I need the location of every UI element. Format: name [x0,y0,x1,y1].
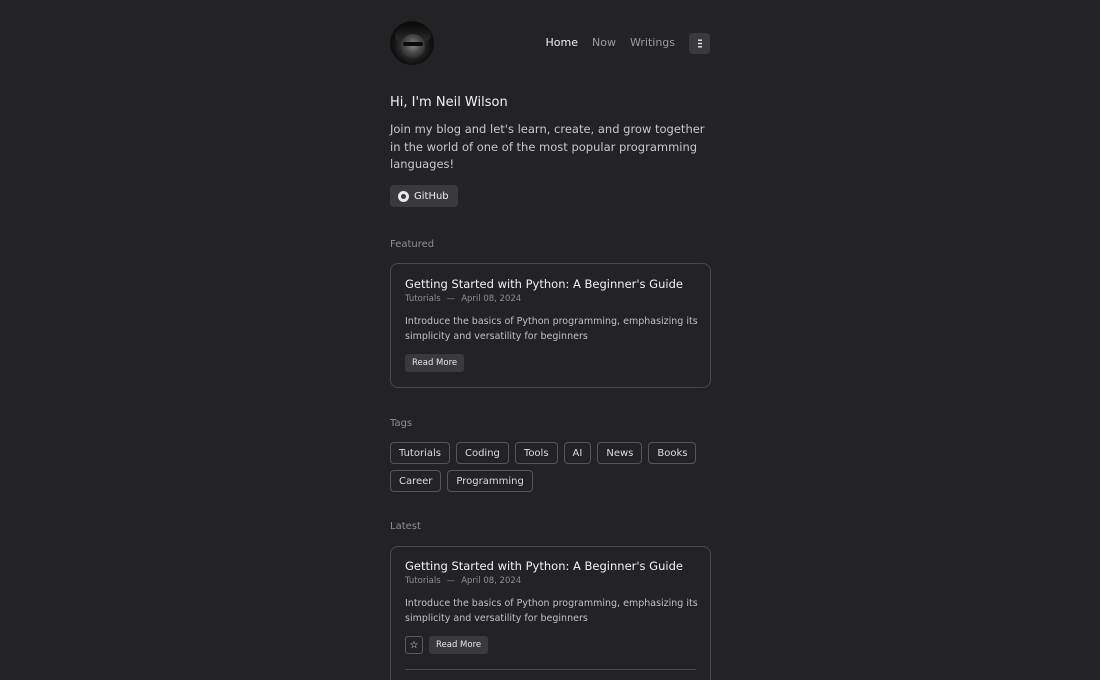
post-date: April 08, 2024 [461,576,522,586]
post-description: Introduce the basics of Python programmi… [405,316,698,342]
favorite-button[interactable]: ☆ [405,636,423,654]
post-title[interactable]: Getting Started with Python: A Beginner'… [405,559,683,573]
latest-heading: Latest [390,521,421,532]
tag-books[interactable]: Books [648,442,697,464]
avatar[interactable] [390,21,434,65]
github-button[interactable]: GitHub [390,185,458,207]
post-meta: Tutorials — April 08, 2024 [405,294,521,304]
card-divider [405,669,696,670]
featured-post-card[interactable]: Getting Started with Python: A Beginner'… [390,263,711,388]
main-nav: Home Now Writings [546,32,710,54]
nav-writings[interactable]: Writings [630,32,675,54]
menu-button[interactable] [689,32,710,54]
read-more-button[interactable]: Read More [405,354,465,372]
tag-coding[interactable]: Coding [455,442,509,464]
meta-separator: — [446,294,456,304]
avatar-face [401,34,425,58]
tag-programming[interactable]: Programming [447,470,533,492]
github-icon [398,190,409,202]
tag-career[interactable]: Career [390,470,442,492]
meta-separator: — [446,576,456,586]
avatar-glasses [403,42,423,46]
post-date: April 08, 2024 [461,294,522,304]
github-button-label: GitHub [414,190,449,202]
tag-tools[interactable]: Tools [514,442,558,464]
tag-news[interactable]: News [597,442,643,464]
post-title[interactable]: Getting Started with Python: A Beginner'… [405,277,683,291]
latest-post-card[interactable]: Getting Started with Python: A Beginner'… [390,546,711,680]
post-category[interactable]: Tutorials [405,576,441,586]
nav-now[interactable]: Now [592,32,616,54]
star-icon: ☆ [409,639,419,651]
tag-ai[interactable]: AI [563,442,592,464]
site-header: Home Now Writings [390,21,710,66]
intro-text: Join my blog and let's learn, create, an… [390,122,705,171]
nav-home[interactable]: Home [546,32,578,54]
read-more-button[interactable]: Read More [429,636,489,654]
featured-heading: Featured [390,239,435,250]
tag-tutorials[interactable]: Tutorials [390,442,450,464]
post-meta: Tutorials — April 08, 2024 [405,576,521,586]
page: Home Now Writings Hi, I'm Neil Wilson Jo… [0,0,1100,680]
post-description: Introduce the basics of Python programmi… [405,598,698,624]
tag-list: Tutorials Coding Tools AI News Books Car… [390,442,720,492]
post-category[interactable]: Tutorials [405,294,441,304]
tags-heading: Tags [390,418,413,429]
greeting-heading: Hi, I'm Neil Wilson [390,95,508,110]
hamburger-icon [697,39,702,47]
